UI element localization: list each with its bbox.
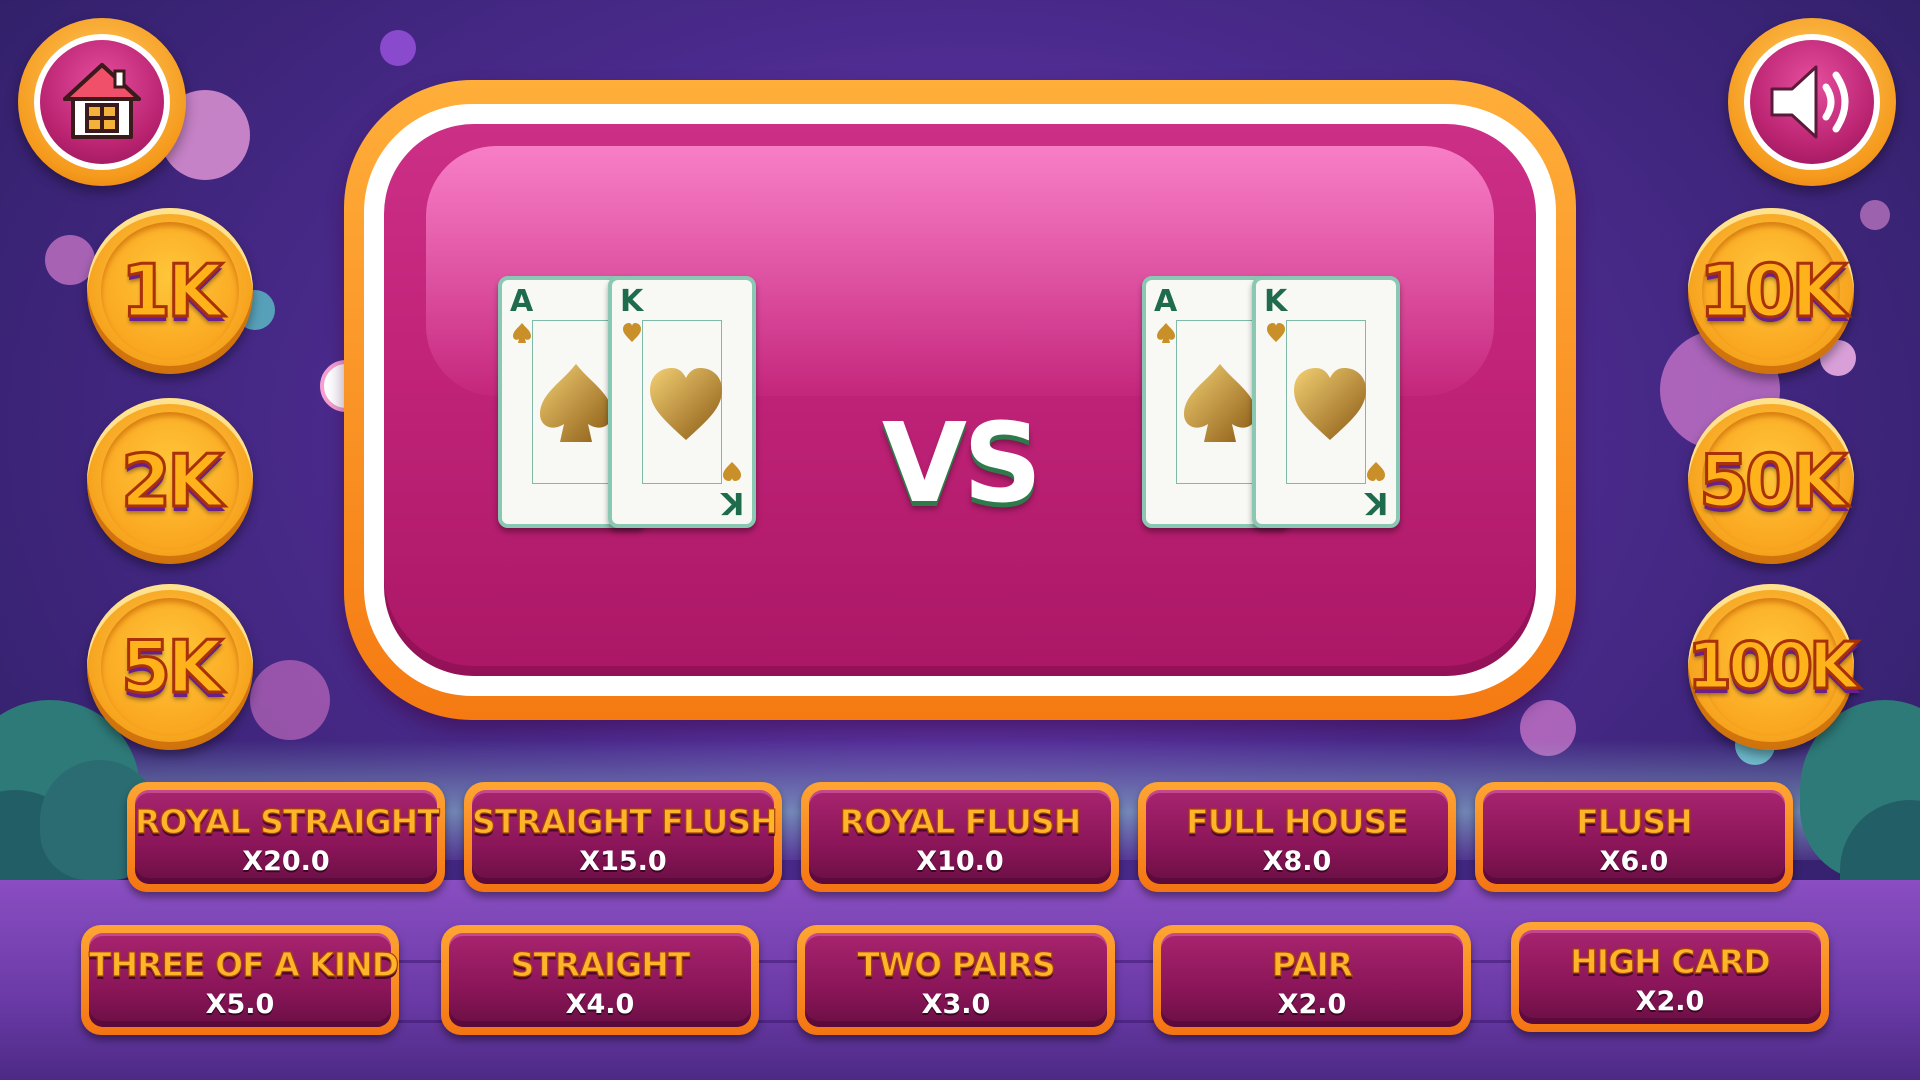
ranking-royal-straight: ROYAL STRAIGHT X20.0 — [127, 782, 445, 892]
ranking-multiplier: X2.0 — [1635, 986, 1705, 1017]
chip-1k[interactable]: 1K — [87, 208, 253, 374]
ranking-name: TWO PAIRS — [857, 944, 1057, 984]
plate-inner: ROYAL FLUSH X10.0 — [809, 790, 1111, 884]
home-button-core — [40, 40, 164, 164]
chip-ring: 5K — [101, 598, 239, 736]
spade-icon — [1157, 323, 1175, 343]
chip-ring: 2K — [101, 412, 239, 550]
plate-inner: TWO PAIRS X3.0 — [805, 933, 1107, 1027]
spade-icon — [540, 364, 612, 442]
chip-10k[interactable]: 10K — [1688, 208, 1854, 374]
bokeh-light — [250, 660, 330, 740]
card-rank: A — [1154, 284, 1178, 319]
ranking-name: HIGH CARD — [1570, 941, 1772, 981]
right-hand-card-2: K K — [1252, 276, 1400, 528]
plate-inner: FLUSH X6.0 — [1483, 790, 1785, 884]
spade-icon — [513, 323, 531, 343]
ranking-straight: STRAIGHT X4.0 — [441, 925, 759, 1035]
heart-icon — [623, 323, 641, 342]
ranking-name: ROYAL STRAIGHT — [134, 801, 440, 841]
plate-inner: ROYAL STRAIGHT X20.0 — [134, 790, 440, 884]
ranking-three-of-a-kind: THREE OF A KIND X5.0 — [81, 925, 400, 1035]
chip-label: 2K — [120, 438, 225, 525]
plate-inner: FULL HOUSE X8.0 — [1146, 790, 1448, 884]
heart-icon — [1267, 323, 1285, 342]
ranking-multiplier: X4.0 — [565, 989, 635, 1020]
sound-button-ring — [1744, 34, 1880, 170]
ranking-multiplier: X8.0 — [1262, 846, 1332, 877]
spade-icon — [1184, 364, 1256, 442]
card-rank: K — [620, 284, 644, 319]
ranking-straight-flush: STRAIGHT FLUSH X15.0 — [464, 782, 782, 892]
plate-inner: STRAIGHT X4.0 — [449, 933, 751, 1027]
chip-5k[interactable]: 5K — [87, 584, 253, 750]
bokeh-light — [380, 30, 416, 66]
game-board: VS A K K A K K — [344, 80, 1576, 720]
card-rank-bottom: K — [1364, 485, 1388, 520]
chip-100k[interactable]: 100K — [1686, 584, 1860, 750]
chip-2k[interactable]: 2K — [87, 398, 253, 564]
chip-label: 5K — [120, 624, 225, 711]
chip-ring: 100K — [1686, 598, 1860, 736]
ranking-multiplier: X3.0 — [921, 989, 991, 1020]
ranking-name: FULL HOUSE — [1186, 801, 1410, 841]
bokeh-light — [1860, 200, 1890, 230]
chip-ring: 1K — [101, 222, 239, 360]
ranking-name: THREE OF A KIND — [88, 944, 399, 984]
ranking-name: STRAIGHT — [510, 944, 691, 984]
chip-label: 10K — [1698, 248, 1849, 335]
chip-label: 100K — [1686, 629, 1860, 706]
home-button[interactable] — [18, 18, 186, 186]
ranking-multiplier: X6.0 — [1599, 846, 1669, 877]
ranking-multiplier: X2.0 — [1277, 989, 1347, 1020]
ranking-pair: PAIR X2.0 — [1153, 925, 1471, 1035]
left-hand-card-2: K K — [608, 276, 756, 528]
ranking-multiplier: X10.0 — [916, 846, 1004, 877]
ranking-two-pairs: TWO PAIRS X3.0 — [797, 925, 1115, 1035]
home-button-ring — [34, 34, 170, 170]
card-rank: K — [1264, 284, 1288, 319]
heart-icon — [1367, 462, 1385, 481]
ranking-name: PAIR — [1271, 944, 1354, 984]
chip-label: 50K — [1698, 438, 1849, 525]
plate-inner: STRAIGHT FLUSH X15.0 — [471, 790, 778, 884]
ranking-name: FLUSH — [1576, 801, 1694, 841]
plate-inner: HIGH CARD X2.0 — [1519, 930, 1821, 1024]
chip-ring: 10K — [1698, 222, 1849, 360]
heart-icon — [650, 368, 722, 440]
card-rank-bottom: K — [720, 485, 744, 520]
ranking-multiplier: X15.0 — [579, 846, 667, 877]
ranking-flush: FLUSH X6.0 — [1475, 782, 1793, 892]
plate-inner: THREE OF A KIND X5.0 — [88, 933, 400, 1027]
ranking-name: ROYAL FLUSH — [839, 801, 1082, 841]
chip-label: 1K — [120, 248, 225, 335]
ranking-high-card: HIGH CARD X2.0 — [1511, 922, 1829, 1032]
heart-icon — [1294, 368, 1366, 440]
heart-icon — [723, 462, 741, 481]
ranking-multiplier: X20.0 — [242, 846, 330, 877]
ranking-royal-flush: ROYAL FLUSH X10.0 — [801, 782, 1119, 892]
ranking-multiplier: X5.0 — [205, 989, 275, 1020]
sound-button[interactable] — [1728, 18, 1896, 186]
card-rank: A — [510, 284, 534, 319]
speaker-volume-icon — [1770, 65, 1849, 139]
ranking-full-house: FULL HOUSE X8.0 — [1138, 782, 1456, 892]
plate-inner: PAIR X2.0 — [1161, 933, 1463, 1027]
chip-50k[interactable]: 50K — [1688, 398, 1854, 564]
chip-ring: 50K — [1698, 412, 1849, 550]
ranking-name: STRAIGHT FLUSH — [471, 801, 778, 841]
house-icon — [63, 63, 141, 139]
sound-button-core — [1750, 40, 1874, 164]
